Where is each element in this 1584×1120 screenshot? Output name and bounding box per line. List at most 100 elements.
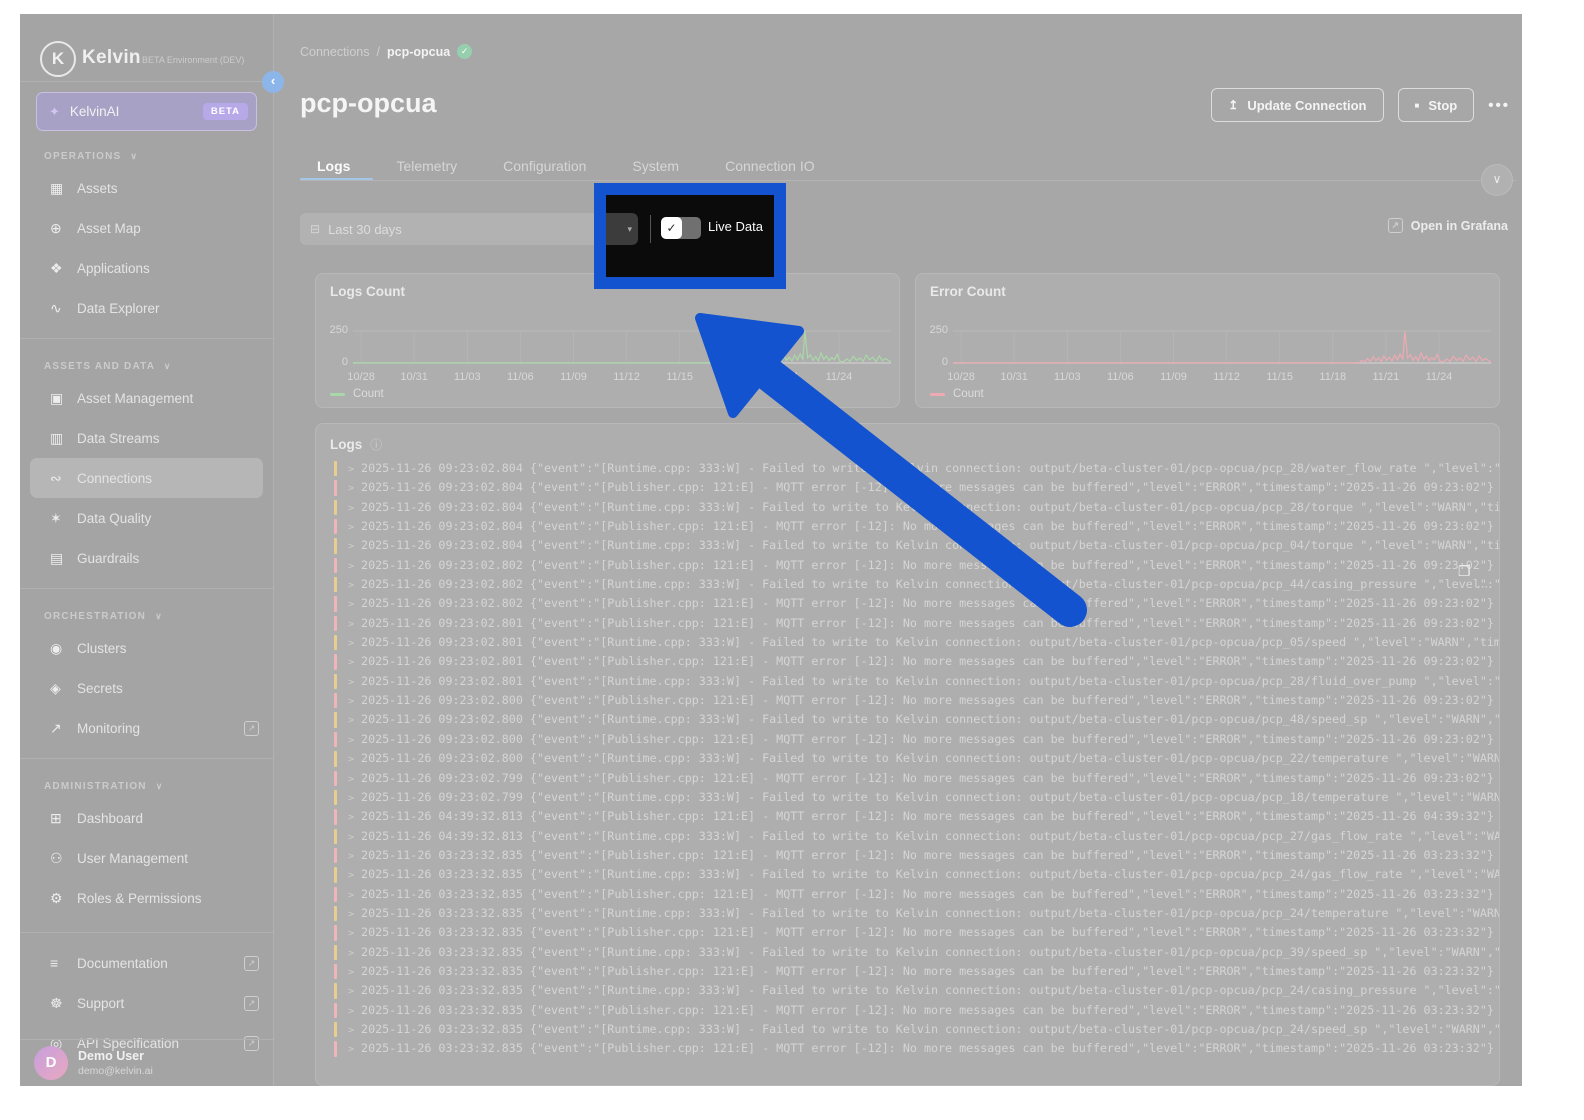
log-expand-chevron[interactable]: >: [348, 541, 354, 552]
log-expand-chevron[interactable]: >: [348, 1006, 354, 1017]
log-line[interactable]: >2025-11-26 03:23:32.835 {"event":"[Runt…: [334, 904, 1499, 923]
log-line[interactable]: >2025-11-26 09:23:02.804 {"event":"[Runt…: [334, 536, 1499, 555]
log-line[interactable]: >2025-11-26 03:23:32.835 {"event":"[Publ…: [334, 846, 1499, 865]
log-expand-chevron[interactable]: >: [348, 812, 354, 823]
stop-button[interactable]: ■ Stop: [1397, 88, 1475, 122]
log-expand-chevron[interactable]: >: [348, 619, 354, 630]
section-administration[interactable]: ADMINISTRATION ∨: [20, 769, 273, 798]
log-expand-chevron[interactable]: >: [348, 1025, 354, 1036]
log-expand-chevron[interactable]: >: [348, 503, 354, 514]
sidebar-item-connections[interactable]: ∾ Connections: [30, 458, 263, 498]
breadcrumb-connections[interactable]: Connections: [300, 45, 370, 59]
log-expand-chevron[interactable]: >: [348, 599, 354, 610]
log-line[interactable]: >2025-11-26 03:23:32.835 {"event":"[Publ…: [334, 962, 1499, 981]
log-line[interactable]: >2025-11-26 09:23:02.801 {"event":"[Publ…: [334, 614, 1499, 633]
more-menu-button[interactable]: •••: [1488, 97, 1510, 114]
log-line[interactable]: >2025-11-26 09:23:02.799 {"event":"[Publ…: [334, 769, 1499, 788]
sidebar-item-assets[interactable]: ▦ Assets: [20, 168, 273, 208]
tab-logs[interactable]: Logs: [300, 154, 374, 181]
open-in-grafana-link[interactable]: ↗ Open in Grafana: [1387, 218, 1508, 233]
log-expand-chevron[interactable]: >: [348, 638, 354, 649]
log-expand-chevron[interactable]: >: [348, 561, 354, 572]
log-expand-chevron[interactable]: >: [348, 657, 354, 668]
sidebar-item-data-streams[interactable]: ▥ Data Streams: [20, 418, 273, 458]
log-expand-chevron[interactable]: >: [348, 851, 354, 862]
info-icon[interactable]: ⓘ: [370, 436, 382, 453]
sidebar-item-data-explorer[interactable]: ∿ Data Explorer: [20, 288, 273, 328]
section-orchestration[interactable]: ORCHESTRATION ∨: [20, 599, 273, 628]
log-expand-chevron[interactable]: >: [348, 832, 354, 843]
sidebar-item-asset-map[interactable]: ⊕ Asset Map: [20, 208, 273, 248]
tab-configuration[interactable]: Configuration: [480, 154, 609, 180]
sidebar-collapse-button[interactable]: ‹: [262, 71, 284, 93]
log-line[interactable]: >2025-11-26 03:23:32.835 {"event":"[Publ…: [334, 885, 1499, 904]
log-expand-chevron[interactable]: >: [348, 735, 354, 746]
log-expand-chevron[interactable]: >: [348, 793, 354, 804]
log-line[interactable]: >2025-11-26 09:23:02.804 {"event":"[Publ…: [334, 517, 1499, 536]
log-line[interactable]: >2025-11-26 09:23:02.802 {"event":"[Publ…: [334, 556, 1499, 575]
user-profile[interactable]: D Demo User demo@kelvin.ai: [20, 1039, 273, 1086]
sidebar-item-monitoring[interactable]: ↗ Monitoring ↗: [20, 708, 273, 748]
log-expand-chevron[interactable]: >: [348, 483, 354, 494]
log-line[interactable]: >2025-11-26 04:39:32.813 {"event":"[Runt…: [334, 827, 1499, 846]
section-assets-and-data[interactable]: ASSETS AND DATA ∨: [20, 349, 273, 378]
date-range-select[interactable]: ⊟ Last 30 days: [300, 213, 632, 245]
log-line[interactable]: >2025-11-26 09:23:02.799 {"event":"[Runt…: [334, 788, 1499, 807]
log-expand-chevron[interactable]: >: [348, 677, 354, 688]
log-expand-chevron[interactable]: >: [348, 580, 354, 591]
log-expand-chevron[interactable]: >: [348, 870, 354, 881]
log-line[interactable]: >2025-11-26 03:23:32.835 {"event":"[Publ…: [334, 1001, 1499, 1020]
sidebar-item-asset-management[interactable]: ▣ Asset Management: [20, 378, 273, 418]
log-expand-chevron[interactable]: >: [348, 909, 354, 920]
log-line[interactable]: >2025-11-26 03:23:32.835 {"event":"[Runt…: [334, 1020, 1499, 1039]
live-data-toggle[interactable]: ✓: [661, 217, 701, 239]
log-line[interactable]: >2025-11-26 09:23:02.800 {"event":"[Publ…: [334, 730, 1499, 749]
log-expand-chevron[interactable]: >: [348, 464, 354, 475]
sidebar-item-roles-permissions[interactable]: ⚙ Roles & Permissions: [20, 878, 273, 918]
log-line[interactable]: >2025-11-26 09:23:02.804 {"event":"[Publ…: [334, 478, 1499, 497]
log-expand-chevron[interactable]: >: [348, 754, 354, 765]
log-line[interactable]: >2025-11-26 09:23:02.800 {"event":"[Runt…: [334, 749, 1499, 768]
log-expand-chevron[interactable]: >: [348, 928, 354, 939]
log-line[interactable]: >2025-11-26 09:23:02.801 {"event":"[Runt…: [334, 672, 1499, 691]
log-expand-chevron[interactable]: >: [348, 967, 354, 978]
log-expand-chevron[interactable]: >: [348, 522, 354, 533]
log-expand-chevron[interactable]: >: [348, 986, 354, 997]
sidebar-item-data-quality[interactable]: ✶ Data Quality: [20, 498, 273, 538]
log-line[interactable]: >2025-11-26 09:23:02.801 {"event":"[Runt…: [334, 633, 1499, 652]
sidebar-item-user-management[interactable]: ⚇ User Management: [20, 838, 273, 878]
tab-connection-io[interactable]: Connection IO: [702, 154, 838, 180]
sidebar-item-dashboard[interactable]: ⊞ Dashboard: [20, 798, 273, 838]
tabs-expand-chevron[interactable]: ∨: [1482, 165, 1512, 195]
log-line[interactable]: >2025-11-26 09:23:02.800 {"event":"[Runt…: [334, 710, 1499, 729]
sidebar-item-clusters[interactable]: ◉ Clusters: [20, 628, 273, 668]
log-expand-chevron[interactable]: >: [348, 1044, 354, 1055]
sidebar-item-secrets[interactable]: ◈ Secrets: [20, 668, 273, 708]
log-line[interactable]: >2025-11-26 03:23:32.835 {"event":"[Runt…: [334, 943, 1499, 962]
update-connection-button[interactable]: ↥ Update Connection: [1211, 88, 1384, 122]
log-line[interactable]: >2025-11-26 09:23:02.801 {"event":"[Publ…: [334, 652, 1499, 671]
log-line[interactable]: >2025-11-26 09:23:02.802 {"event":"[Runt…: [334, 575, 1499, 594]
log-expand-chevron[interactable]: >: [348, 948, 354, 959]
sidebar-item-documentation[interactable]: ≡ Documentation ↗: [20, 943, 273, 983]
log-line[interactable]: >2025-11-26 09:23:02.804 {"event":"[Runt…: [334, 498, 1499, 517]
log-expand-chevron[interactable]: >: [348, 715, 354, 726]
sidebar-item-applications[interactable]: ❖ Applications: [20, 248, 273, 288]
log-expand-chevron[interactable]: >: [348, 774, 354, 785]
log-line[interactable]: >2025-11-26 03:23:32.835 {"event":"[Publ…: [334, 1039, 1499, 1058]
log-line[interactable]: >2025-11-26 09:23:02.804 {"event":"[Runt…: [334, 459, 1499, 478]
sidebar-item-guardrails[interactable]: ▤ Guardrails: [20, 538, 273, 578]
log-line[interactable]: >2025-11-26 09:23:02.802 {"event":"[Publ…: [334, 594, 1499, 613]
tab-telemetry[interactable]: Telemetry: [373, 154, 480, 180]
log-line[interactable]: >2025-11-26 04:39:32.813 {"event":"[Publ…: [334, 807, 1499, 826]
log-line[interactable]: >2025-11-26 03:23:32.835 {"event":"[Runt…: [334, 865, 1499, 884]
tab-system[interactable]: System: [609, 154, 702, 180]
copy-icon[interactable]: ❐: [1458, 563, 1471, 580]
log-expand-chevron[interactable]: >: [348, 890, 354, 901]
log-expand-chevron[interactable]: >: [348, 696, 354, 707]
sidebar-item-support[interactable]: ☸ Support ↗: [20, 983, 273, 1023]
sidebar-item-kelvinai[interactable]: ✦ KelvinAI BETA: [36, 92, 257, 131]
log-line[interactable]: >2025-11-26 09:23:02.800 {"event":"[Publ…: [334, 691, 1499, 710]
log-line[interactable]: >2025-11-26 03:23:32.835 {"event":"[Runt…: [334, 981, 1499, 1000]
section-operations[interactable]: OPERATIONS ∨: [20, 139, 273, 168]
